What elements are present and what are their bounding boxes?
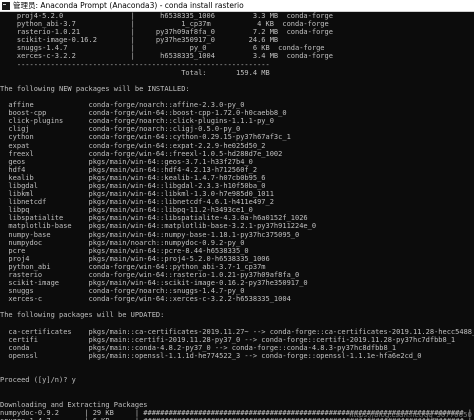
terminal-line: conda pkgs/main::conda-4.8.2-py37_0 --> …: [0, 343, 397, 352]
terminal-line: libgdal pkgs/main/win-64::libgdal-2.3.3-…: [0, 181, 266, 190]
terminal-line: libspatialite pkgs/main/win-64::libspati…: [0, 214, 308, 223]
window-title: 管理员: Anaconda Prompt (Anaconda3) - conda…: [13, 1, 244, 10]
terminal-line: certifi pkgs/main::certifi-2019.11.28-py…: [0, 335, 456, 344]
terminal-line: Total: 159.4 MB: [0, 68, 270, 77]
terminal-line: expat conda-forge/win-64::expat-2.2.9-he…: [0, 141, 266, 150]
terminal-line: rasterio-1.0.21 | py37h09af8fa_0 7.2 MB …: [0, 28, 333, 37]
terminal-line: python_abi conda-forge/win-64::python_ab…: [0, 262, 266, 271]
terminal-line: libkml pkgs/main/win-64::libkml-1.3.0-h7…: [0, 190, 274, 199]
terminal-line: matplotlib-base pkgs/main/win-64::matplo…: [0, 222, 317, 231]
terminal-line: ca-certificates pkgs/main::ca-certificat…: [0, 327, 474, 336]
terminal-line: Proceed ([y]/n)? y: [0, 376, 76, 385]
terminal-line: geos pkgs/main/win-64::geos-3.7.1-h33f27…: [0, 157, 253, 166]
terminal-icon: [2, 1, 10, 10]
terminal-line: cligj conda-forge/noarch::cligj-0.5.0-py…: [0, 125, 241, 134]
terminal-line: snuggs conda-forge/noarch::snuggs-1.4.7-…: [0, 287, 245, 296]
terminal-line: libnetcdf pkgs/main/win-64::libnetcdf-4.…: [0, 198, 274, 207]
terminal-line: The following packages will be UPDATED:: [0, 311, 165, 320]
terminal-line: kealib pkgs/main/win-64::kealib-1.4.7-h0…: [0, 173, 266, 182]
terminal-line: scikit-image pkgs/main/win-64::scikit-im…: [0, 279, 308, 288]
terminal-line: libpq pkgs/main/win-64::libpq-11.2-h3493…: [0, 206, 253, 215]
window-titlebar[interactable]: 管理员: Anaconda Prompt (Anaconda3) - conda…: [0, 0, 474, 12]
terminal-line: scikit-image-0.16.2 | py37he350917_0 24.…: [0, 36, 279, 45]
terminal-line: numpydoc pkgs/main/noarch::numpydoc-0.9.…: [0, 238, 245, 247]
terminal-line: proj4 pkgs/main/win-64::proj4-5.2.0-h653…: [0, 254, 270, 263]
terminal-line: python_abi-3.7 | 1_cp37m 4 KB conda-forg…: [0, 20, 329, 29]
terminal-line: freexl conda-forge/win-64::freexl-1.0.5-…: [0, 149, 283, 158]
terminal-line: boost-cpp conda-forge/win-64::boost-cpp-…: [0, 109, 287, 118]
terminal-line: rasterio conda-forge/win-64::rasterio-1.…: [0, 271, 300, 279]
terminal-output[interactable]: proj4-5.2.0 | h6538335_1006 3.3 MB conda…: [0, 12, 474, 420]
terminal-line: xerces-c conda-forge/win-64::xerces-c-3.…: [0, 295, 291, 304]
terminal-line: affine conda-forge/noarch::affine-2.3.0-…: [0, 101, 245, 110]
watermark: https://blog.csdn.net/qq_36770050: [349, 411, 472, 419]
terminal-line: openssl pkgs/main::openssl-1.1.1d-he7745…: [0, 351, 422, 360]
terminal-line: xerces-c-3.2.2 | h6538335_1004 3.4 MB co…: [0, 52, 333, 61]
terminal-line: ----------------------------------------…: [0, 60, 270, 69]
terminal-line: snuggs-1.4.7 | py_0 6 KB conda-forge: [0, 44, 325, 53]
terminal-line: cython conda-forge/win-64::cython-0.29.1…: [0, 133, 291, 142]
terminal-line: click-plugins conda-forge/noarch::click-…: [0, 117, 274, 126]
terminal-line: numpy-base pkgs/main/win-64::numpy-base-…: [0, 230, 300, 239]
terminal-line: Downloading and Extracting Packages: [0, 400, 148, 409]
terminal-line: proj4-5.2.0 | h6538335_1006 3.3 MB conda…: [0, 12, 333, 20]
terminal-line: pcre pkgs/main/win-64::pcre-8.44-h653833…: [0, 246, 249, 255]
terminal-line: The following NEW packages will be INSTA…: [0, 84, 190, 93]
terminal-line: hdf4 pkgs/main/win-64::hdf4-4.2.13-h7125…: [0, 165, 258, 174]
